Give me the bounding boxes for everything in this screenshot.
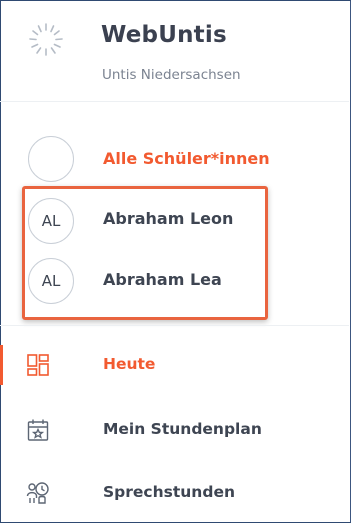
school-name: Untis Niedersachsen <box>102 67 241 83</box>
divider <box>0 101 349 102</box>
app-title: WebUntis <box>101 22 227 48</box>
dashboard-grid-icon <box>27 354 49 376</box>
calendar-star-icon <box>27 419 49 441</box>
nav-item-heute[interactable]: Heute <box>0 345 349 385</box>
nav-label: Mein Stundenplan <box>103 420 262 438</box>
active-indicator <box>0 345 3 385</box>
webuntis-logo-icon <box>29 23 63 56</box>
avatar-placeholder <box>28 136 74 182</box>
divider <box>0 325 349 326</box>
student-name: Alle Schüler*innen <box>103 149 270 168</box>
people-clock-icon <box>26 482 49 504</box>
highlight-annotation-box <box>22 186 268 320</box>
nav-item-mein-stundenplan[interactable]: Mein Stundenplan <box>0 410 349 450</box>
app-header: WebUntis Untis Niedersachsen <box>0 0 349 100</box>
nav-label: Sprechstunden <box>103 483 235 501</box>
nav-label: Heute <box>103 355 156 373</box>
nav-item-sprechstunden[interactable]: Sprechstunden <box>0 473 349 513</box>
